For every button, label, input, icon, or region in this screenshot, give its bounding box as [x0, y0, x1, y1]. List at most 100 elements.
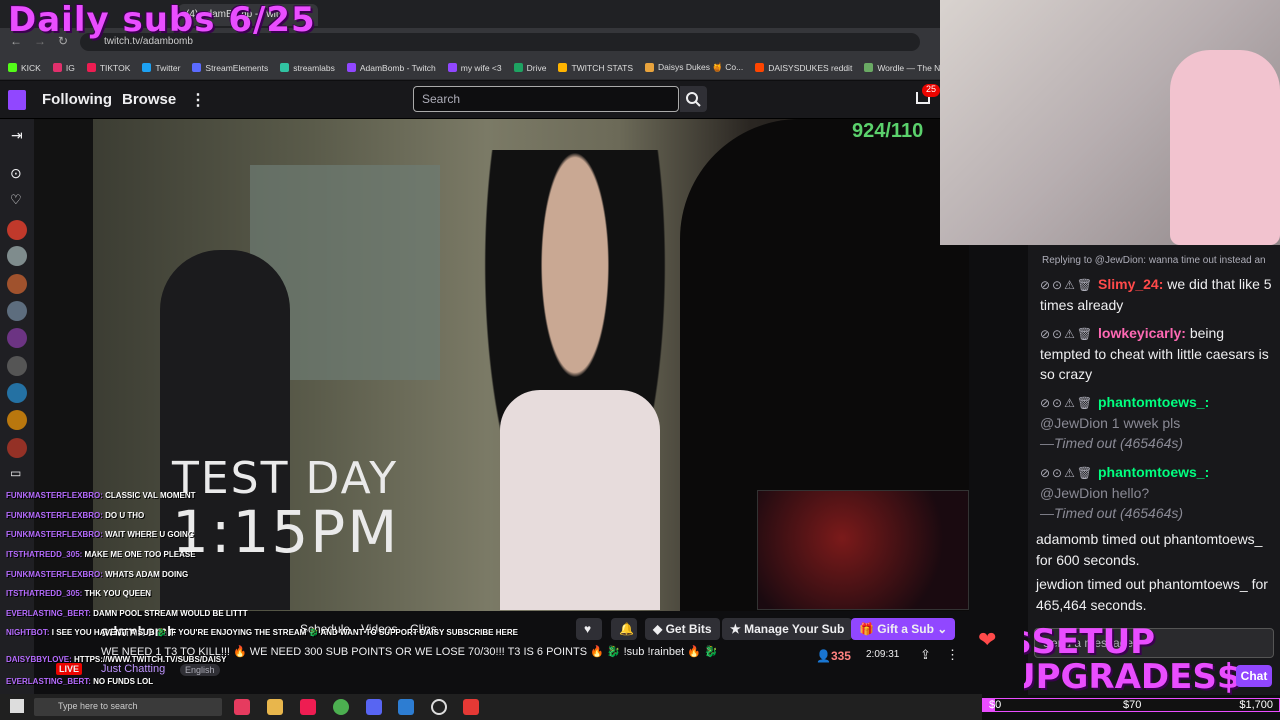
file-explorer-icon[interactable] — [267, 699, 283, 715]
taskbar-search[interactable]: Type here to search — [34, 698, 222, 716]
overlay-chat-text: DAMN POOL STREAM WOULD BE LITTT — [93, 609, 248, 618]
bookmark-label: TWITCH STATS — [571, 62, 633, 73]
gaming-chair — [1170, 50, 1280, 245]
progress-start: $0 — [989, 699, 1002, 711]
discord-icon[interactable] — [366, 699, 382, 715]
bookmark-label: KICK — [21, 62, 41, 73]
timeout-note: —Timed out (465464s) — [1040, 505, 1184, 521]
bookmark-label: TIKTOK — [99, 62, 131, 73]
bits-icon: ◆ — [653, 622, 666, 636]
mod-icons[interactable]: ⊘⊙⚠🗑 — [1040, 278, 1094, 292]
overlay-chat-line: FUNKMASTERFLEXBRO: WAIT WHERE U GOING — [6, 530, 194, 539]
chat-username[interactable]: phantomtoews_: — [1098, 464, 1209, 480]
chat-mention[interactable]: @JewDion — [1040, 415, 1108, 431]
overlay-chat-line: EVERLASTING_BERT: NO FUNDS LOL — [6, 677, 153, 686]
language-tag[interactable]: English — [180, 664, 220, 676]
chat-mention[interactable]: @JewDion — [1040, 485, 1108, 501]
search-button[interactable] — [680, 86, 707, 112]
manage-sub-button[interactable]: ★ Manage Your Sub — [722, 618, 853, 640]
bookmark-item[interactable]: Daisys Dukes 🍯 Co... — [645, 62, 743, 73]
bookmark-label: IG — [65, 62, 75, 73]
bookmark-item[interactable]: Wordle — The New... — [864, 63, 940, 73]
bookmarks-bar: KICK IG TIKTOK Twitter StreamElements streaml… — [0, 56, 940, 80]
windows-start-icon[interactable] — [10, 699, 24, 713]
nav-browse[interactable]: Browse — [122, 91, 176, 108]
channel-avatar[interactable] — [7, 356, 27, 376]
twitch-logo-icon[interactable] — [8, 90, 26, 110]
overlay-chat-user: FUNKMASTERFLEXBRO: — [6, 530, 103, 539]
chat-username[interactable]: Slimy_24: — [1098, 276, 1163, 292]
bookmark-item[interactable]: AdamBomb - Twitch — [346, 62, 436, 73]
gift-sub-button[interactable]: 🎁 Gift a Sub ⌄ — [851, 618, 956, 640]
more-options-icon[interactable]: ⋮ — [946, 647, 959, 663]
chrome-icon[interactable] — [333, 699, 349, 715]
overlay-chat-line: ITSTHATREDD_305: MAKE ME ONE TOO PLEASE — [6, 550, 196, 559]
setup-overlay-line-2: UPGRADES$ — [1008, 657, 1241, 697]
bookmark-item[interactable]: my wife <3 — [447, 63, 502, 73]
tiktok-app-icon[interactable] — [300, 699, 316, 715]
overlay-chat-text: DO U THO — [105, 511, 145, 520]
recommended-icon[interactable]: ⊙ — [10, 165, 22, 182]
counter-overlay: 924/110 — [852, 120, 924, 142]
category-link[interactable]: Just Chatting — [101, 663, 165, 675]
app-icon[interactable] — [463, 699, 479, 715]
search-input[interactable]: Search — [413, 86, 679, 112]
system-message: jewdion timed out phantomtoews_ for 465,… — [1036, 576, 1268, 613]
nav-following[interactable]: Following — [42, 91, 112, 108]
chat-username[interactable]: phantomtoews_: — [1098, 394, 1209, 410]
star-icon: ★ — [730, 622, 745, 636]
caption-line-2: 1:15PM — [172, 498, 400, 567]
music-app-icon[interactable] — [234, 699, 250, 715]
chat-send-button[interactable]: Chat — [1236, 665, 1272, 687]
bookmark-label: AdamBomb - Twitch — [359, 62, 436, 73]
channel-avatar[interactable] — [7, 301, 27, 321]
bookmark-item[interactable]: Twitter — [142, 63, 180, 73]
overlay-chat-text: HTTPS://WWW.TWITCH.TV/SUBS/DAISY — [74, 655, 227, 664]
store-icon[interactable] — [398, 699, 414, 715]
channel-avatar[interactable] — [7, 220, 27, 240]
chat-username[interactable]: lowkeyicarly: — [1098, 325, 1186, 341]
video-camera-icon[interactable]: ▭ — [10, 466, 21, 480]
get-bits-button[interactable]: ◆ Get Bits — [645, 618, 720, 640]
bookmark-favicon-icon — [447, 63, 457, 72]
channel-avatar[interactable] — [7, 246, 27, 266]
channel-avatar[interactable] — [7, 328, 27, 348]
follow-button[interactable]: ♥ — [576, 618, 602, 640]
hype-heart-icon[interactable]: ❤ — [978, 627, 996, 653]
bookmark-item[interactable]: IG — [52, 62, 75, 73]
bookmark-item[interactable]: TWITCH STATS — [558, 63, 633, 73]
overlay-chat-user: FUNKMASTERFLEXBRO: — [6, 491, 103, 500]
bookmark-item[interactable]: TIKTOK — [86, 62, 131, 73]
channel-avatar[interactable] — [7, 438, 27, 458]
chevron-down-icon: ⌄ — [933, 622, 948, 636]
more-menu-icon[interactable]: ⋮ — [190, 90, 206, 110]
bookmark-label: Twitter — [155, 62, 181, 73]
expand-sidebar-icon[interactable]: ⇥ — [11, 127, 23, 144]
streamer-facecam — [757, 490, 969, 610]
bookmark-item[interactable]: KICK — [8, 63, 41, 73]
person-icon: 👤 — [816, 649, 831, 663]
video-caption: TEST DAY 1:15PM — [172, 455, 400, 567]
donation-progress-bar: $0 $70 $1,700 — [982, 698, 1280, 712]
bell-icon: 🔔 — [619, 622, 634, 636]
channel-avatar[interactable] — [7, 274, 27, 294]
bookmark-item[interactable]: Drive — [513, 63, 546, 73]
notifications-button[interactable]: 🔔 — [611, 618, 637, 640]
mod-icons[interactable]: ⊘⊙⚠🗑 — [1040, 396, 1094, 410]
channel-avatar[interactable] — [7, 410, 27, 430]
mod-icons[interactable]: ⊘⊙⚠🗑 — [1040, 327, 1094, 341]
obs-icon[interactable] — [431, 699, 447, 715]
bookmark-item[interactable]: streamlabs — [280, 63, 335, 73]
bookmark-label: streamlabs — [293, 62, 335, 73]
bookmark-item[interactable]: DAISYSDUKES reddit — [755, 63, 852, 73]
overlay-chat-text: I SEE YOU HAVEN'T A SUB 🐉 IF YOU'RE ENJO… — [51, 628, 518, 637]
channel-avatar[interactable] — [7, 383, 27, 403]
manage-sub-label: Manage Your Sub — [744, 622, 845, 636]
progress-end: $1,700 — [1239, 699, 1273, 711]
heart-icon[interactable]: ♡ — [10, 192, 22, 208]
share-icon[interactable]: ⇪ — [920, 647, 931, 663]
bookmark-favicon-icon — [52, 63, 62, 72]
bookmark-item[interactable]: StreamElements — [192, 63, 268, 73]
viewer-count-value: 335 — [830, 649, 851, 663]
mod-icons[interactable]: ⊘⊙⚠🗑 — [1040, 466, 1094, 480]
